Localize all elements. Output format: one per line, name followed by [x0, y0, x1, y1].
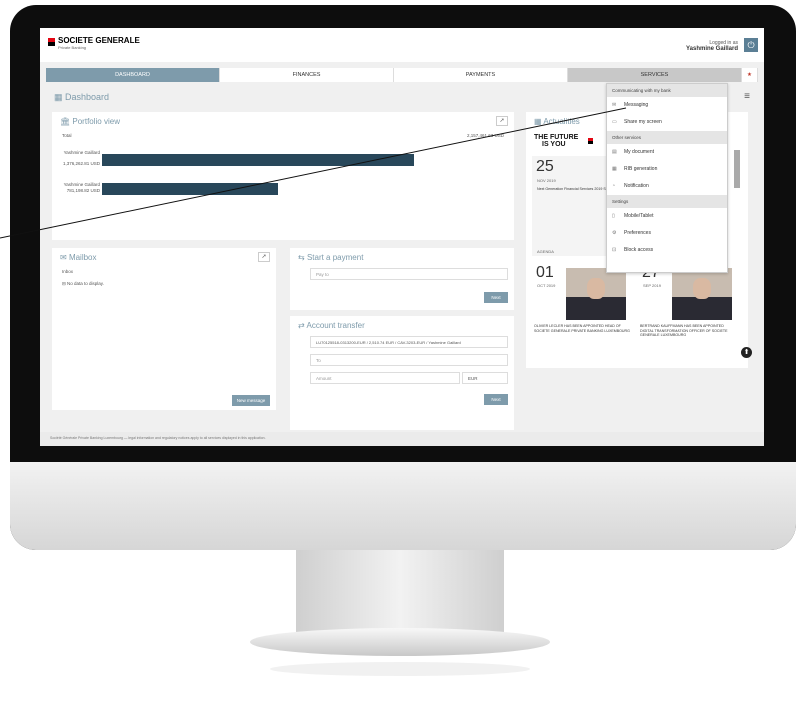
pointer-line: [0, 107, 627, 239]
